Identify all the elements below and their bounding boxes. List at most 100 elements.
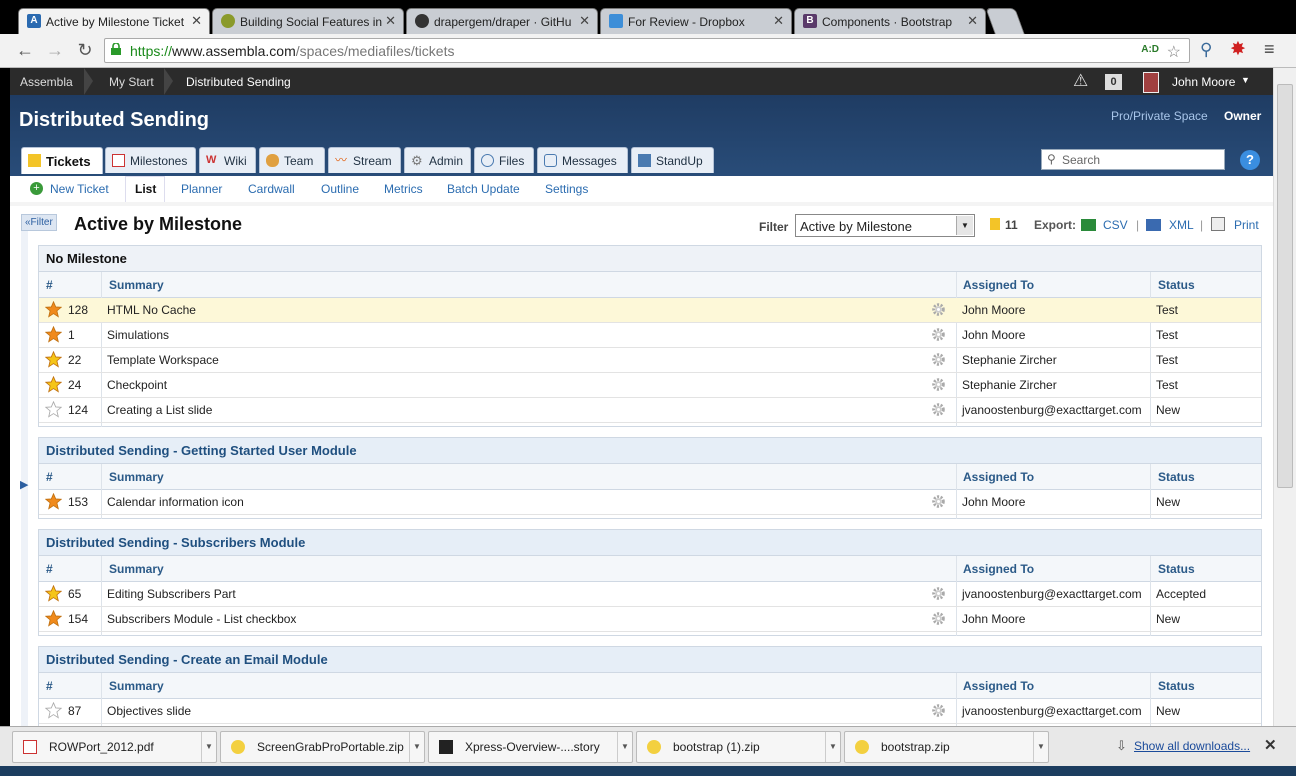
ticket-row[interactable]: 87 Objectives slide jvanoostenburg@exactta… [39,699,1261,724]
subnav-metrics[interactable]: Metrics [384,182,423,196]
star-icon[interactable] [45,610,62,627]
scrollbar-thumb[interactable] [1277,84,1293,488]
breadcrumb-assembla[interactable]: Assembla [20,75,73,89]
gear-icon[interactable] [931,402,946,417]
filter-toggle-button[interactable]: «Filter [21,214,57,231]
star-icon[interactable] [45,585,62,602]
col-summary[interactable]: Summary [109,470,164,484]
ticket-number[interactable]: 153 [68,495,88,509]
col-number[interactable]: # [46,278,53,292]
show-all-downloads-link[interactable]: Show all downloads... [1134,739,1250,753]
gear-icon[interactable] [931,494,946,509]
milestone-title-link[interactable]: Distributed Sending - Getting Started Us… [46,443,357,458]
col-summary[interactable]: Summary [109,562,164,576]
export-xml-link[interactable]: XML [1169,218,1194,232]
ticket-number[interactable]: 128 [68,303,88,317]
star-icon[interactable] [45,401,62,418]
browser-tab-bootstrap[interactable]: B Components · Bootstrap ✕ [794,8,986,34]
print-link[interactable]: Print [1234,218,1259,232]
help-icon[interactable]: ? [1240,150,1260,170]
ticket-summary[interactable]: Template Workspace [107,353,219,367]
milestone-title-link[interactable]: Distributed Sending - Subscribers Module [46,535,305,550]
tab-stream[interactable]: 〰 Stream [328,147,401,173]
close-icon[interactable]: ✕ [967,13,978,29]
gear-icon[interactable] [931,586,946,601]
zoom-extension-icon[interactable]: ⚲ [1200,40,1212,60]
browser-tab-social[interactable]: Building Social Features in ✕ [212,8,404,34]
close-icon[interactable]: ✕ [773,13,784,29]
subnav-list[interactable]: List [135,182,156,196]
subnav-outline[interactable]: Outline [321,182,359,196]
ticket-row[interactable]: 65 Editing Subscribers Part jvanoostenburg… [39,582,1261,607]
browser-tab-github[interactable]: drapergem/draper · GitHu ✕ [406,8,598,34]
ticket-row[interactable]: 128 HTML No Cache John Moore Test [39,298,1261,323]
ticket-summary[interactable]: Editing Subscribers Part [107,587,236,601]
gear-icon[interactable] [931,302,946,317]
page-scrollbar[interactable] [1273,68,1296,726]
forward-arrow-icon[interactable]: → [44,40,66,61]
col-number[interactable]: # [46,562,53,576]
ticket-summary[interactable]: Subscribers Module - List checkbox [107,612,296,626]
bookmark-star-icon[interactable]: ☆ [1167,42,1181,62]
ticket-number[interactable]: 65 [68,587,81,601]
chevron-down-icon[interactable]: ▼ [956,216,973,235]
close-icon[interactable]: ✕ [385,13,396,29]
ticket-summary[interactable]: Objectives slide [107,704,191,718]
gear-icon[interactable] [931,352,946,367]
ticket-summary[interactable]: Creating a List slide [107,403,212,417]
star-icon[interactable] [45,493,62,510]
close-icon[interactable]: ✕ [1264,736,1277,754]
back-arrow-icon[interactable]: ← [14,40,36,61]
col-status[interactable]: Status [1158,562,1195,576]
filter-select[interactable]: Active by Milestone ▼ [795,214,975,237]
tab-standup[interactable]: StandUp [631,147,714,173]
chevron-down-icon[interactable]: ▼ [617,732,632,762]
alert-count-badge[interactable]: 0 [1105,74,1122,90]
ticket-number[interactable]: 124 [68,403,88,417]
chevron-down-icon[interactable]: ▼ [1241,75,1250,85]
breadcrumb-my-start[interactable]: My Start [109,75,154,89]
ticket-number[interactable]: 87 [68,704,81,718]
subnav-settings[interactable]: Settings [545,182,588,196]
col-assigned[interactable]: Assigned To [963,278,1034,292]
gear-icon[interactable] [931,611,946,626]
reload-icon[interactable]: ↻ [74,40,96,61]
warning-icon[interactable]: ⚠ [1073,71,1088,91]
extension-icon[interactable]: A:D [1141,44,1159,55]
chevron-down-icon[interactable]: ▼ [201,732,216,762]
browser-tab-dropbox[interactable]: For Review - Dropbox ✕ [600,8,792,34]
ticket-number[interactable]: 22 [68,353,81,367]
star-icon[interactable] [45,326,62,343]
ticket-row[interactable]: 154 Subscribers Module - List checkbox Joh… [39,607,1261,632]
download-item[interactable]: Xpress-Overview-....story ▼ [428,731,633,763]
export-csv-link[interactable]: CSV [1103,218,1128,232]
gear-icon[interactable] [931,703,946,718]
star-icon[interactable] [45,351,62,368]
subnav-cardwall[interactable]: Cardwall [248,182,295,196]
tab-files[interactable]: Files [474,147,534,173]
close-icon[interactable]: ✕ [579,13,590,29]
ticket-summary[interactable]: Simulations [107,328,169,342]
ticket-row[interactable]: 24 Checkpoint Stephanie Zircher Test [39,373,1261,398]
star-icon[interactable] [45,301,62,318]
gear-icon[interactable] [931,327,946,342]
chevron-down-icon[interactable]: ▼ [1033,732,1048,762]
download-item[interactable]: bootstrap (1).zip ▼ [636,731,841,763]
search-input[interactable]: ⚲ Search [1041,149,1225,170]
col-assigned[interactable]: Assigned To [963,470,1034,484]
menu-icon[interactable]: ≡ [1264,39,1275,60]
download-item[interactable]: ScreenGrabProPortable.zip ▼ [220,731,425,763]
user-name[interactable]: John Moore [1172,75,1235,89]
tab-admin[interactable]: ⚙ Admin [404,147,471,173]
star-icon[interactable] [45,702,62,719]
tab-team[interactable]: Team [259,147,325,173]
col-summary[interactable]: Summary [109,278,164,292]
download-item[interactable]: ROWPort_2012.pdf ▼ [12,731,217,763]
new-ticket-link[interactable]: New Ticket [50,182,109,196]
ticket-row[interactable]: 22 Template Workspace Stephanie Zircher Tes… [39,348,1261,373]
chevron-down-icon[interactable]: ▼ [409,732,424,762]
tab-tickets[interactable]: Tickets [21,147,103,174]
ticket-summary[interactable]: HTML No Cache [107,303,196,317]
ticket-summary[interactable]: Calendar information icon [107,495,244,509]
avatar[interactable] [1143,72,1159,93]
